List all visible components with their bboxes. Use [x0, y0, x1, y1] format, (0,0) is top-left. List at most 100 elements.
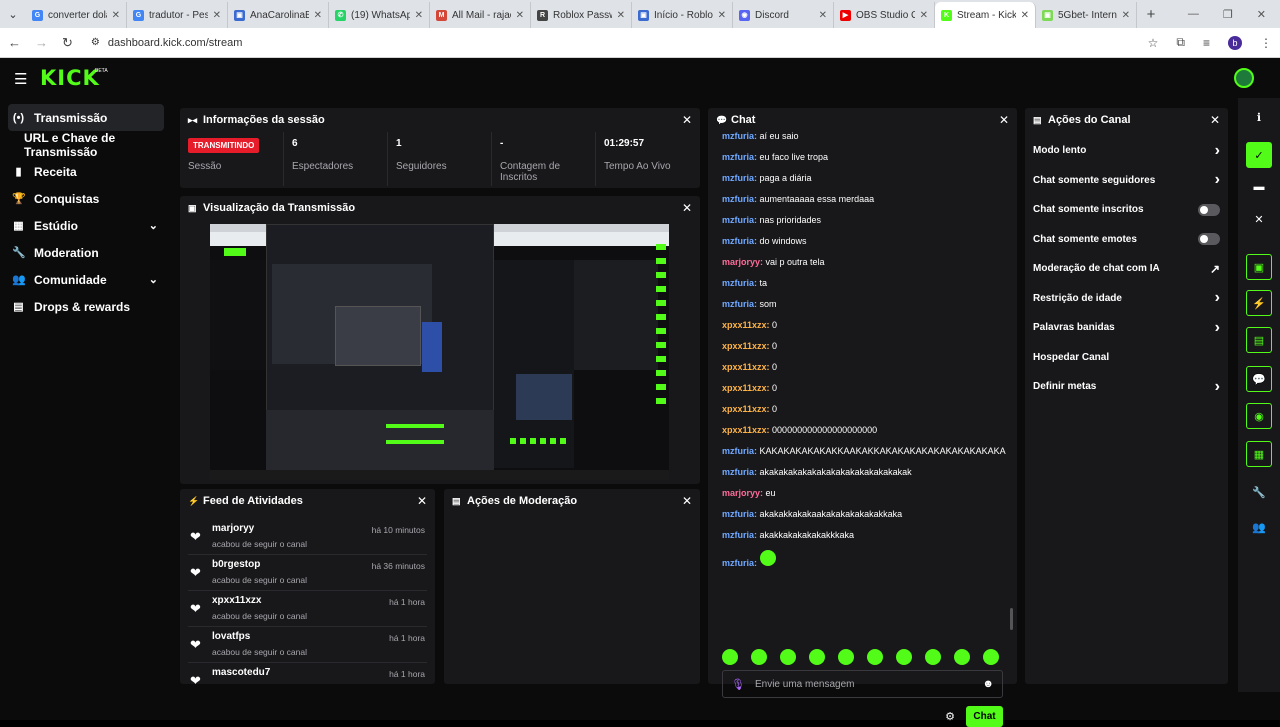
close-icon[interactable]: ✕ [682, 113, 692, 127]
tab-close-icon[interactable]: ✕ [617, 10, 625, 21]
chat-scrollbar[interactable] [1010, 608, 1013, 630]
chat-username[interactable]: mzfuria [722, 509, 754, 519]
chat-message-input[interactable] [754, 678, 973, 690]
chat-username[interactable]: xpxx11xzx [722, 425, 767, 435]
tab-close-icon[interactable]: ✕ [1122, 10, 1130, 21]
browser-tab[interactable]: M All Mail - rajao ✕ [430, 2, 531, 28]
browser-tab[interactable]: Gconverter dola ✕ [26, 2, 127, 28]
sidebar-item-est-dio[interactable]: ▦ Estúdio ⌄ [0, 212, 172, 239]
emote-icon[interactable] [809, 649, 825, 665]
sidebar-item-conquistas[interactable]: 🏆 Conquistas [0, 185, 172, 212]
chat-username[interactable]: xpxx11xzx [722, 341, 767, 351]
panel-icon[interactable]: ▦ [1246, 441, 1272, 467]
chat-username[interactable]: mzfuria [722, 446, 754, 456]
kick-logo[interactable]: KICK [40, 66, 100, 90]
tab-close-icon[interactable]: ✕ [819, 10, 827, 21]
site-info-icon[interactable]: ⚙ [91, 37, 100, 48]
chat-username[interactable]: marjoryy [722, 488, 760, 498]
emote-icon[interactable] [838, 649, 854, 665]
activity-username[interactable]: lovatfps [212, 631, 250, 642]
browser-tab[interactable]: R Roblox Passwo ✕ [531, 2, 632, 28]
channel-action-item[interactable]: Chat somente inscritos [1025, 195, 1228, 225]
activity-username[interactable]: mascotedu7 [212, 667, 270, 678]
browser-tab[interactable]: ◉ Discord ✕ [733, 2, 834, 28]
chat-username[interactable]: mzfuria [722, 215, 754, 225]
close-icon[interactable]: ✕ [682, 494, 692, 508]
external-link-icon[interactable]: ↗ [1210, 262, 1220, 276]
notes-icon[interactable]: ▤ [1246, 327, 1272, 353]
sidebar-item-receita[interactable]: ▮ Receita [0, 158, 172, 185]
chevron-down-icon[interactable]: ⌄ [149, 219, 158, 232]
chat-username[interactable]: xpxx11xzx [722, 362, 767, 372]
chat-username[interactable]: mzfuria [722, 467, 754, 477]
clip-icon[interactable]: ▣ [1246, 254, 1272, 280]
hamburger-menu-icon[interactable]: ☰ [14, 70, 27, 88]
chat-bubble-icon[interactable]: 💬 [1246, 366, 1272, 392]
back-icon[interactable]: ← [8, 35, 21, 50]
tab-close-icon[interactable]: ✕ [920, 10, 928, 21]
chat-username[interactable]: mzfuria [722, 152, 754, 162]
activity-username[interactable]: marjoryy [212, 523, 254, 534]
browser-tab[interactable]: K Stream - Kick D ✕ [935, 2, 1036, 28]
activity-username[interactable]: b0rgestop [212, 559, 260, 570]
chat-username[interactable]: mzfuria [722, 173, 754, 183]
close-window-icon[interactable]: ✕ [1257, 8, 1266, 21]
emote-icon[interactable] [780, 649, 796, 665]
browser-tab[interactable]: ▣ AnaCarolinaBu ✕ [228, 2, 329, 28]
emote-icon[interactable] [983, 649, 999, 665]
toggle-switch[interactable] [1198, 203, 1220, 216]
tab-close-icon[interactable]: ✕ [1021, 10, 1029, 21]
maximize-icon[interactable]: ❐ [1223, 8, 1233, 21]
chat-username[interactable]: mzfuria [722, 194, 754, 204]
chat-input-box[interactable]: 🎙 ☻ [722, 670, 1003, 698]
chat-username[interactable]: mzfuria [722, 530, 754, 540]
wrench-icon[interactable]: 🔧 [1246, 479, 1272, 505]
chevron-right-icon[interactable]: › [1215, 378, 1220, 396]
chat-username[interactable]: mzfuria [722, 236, 754, 246]
channel-action-item[interactable]: Chat somente emotes [1025, 225, 1228, 255]
close-icon[interactable]: ✕ [1246, 206, 1272, 232]
close-icon[interactable]: ✕ [1210, 113, 1220, 127]
close-icon[interactable]: ✕ [999, 113, 1009, 127]
chat-username[interactable]: mzfuria [722, 558, 754, 568]
reading-list-icon[interactable]: ≡ [1203, 36, 1210, 50]
sidebar-item-transmiss-o[interactable]: (•) Transmissão [8, 104, 164, 131]
chat-username[interactable]: mzfuria [722, 278, 754, 288]
chat-username[interactable]: xpxx11xzx [722, 404, 767, 414]
channel-action-item[interactable]: Definir metas › [1025, 372, 1228, 402]
stream-preview-video[interactable] [210, 224, 669, 480]
users-icon[interactable]: 👥 [1246, 514, 1272, 540]
chevron-right-icon[interactable]: › [1215, 171, 1220, 189]
emote-icon[interactable] [925, 649, 941, 665]
info-icon[interactable]: ℹ [1246, 104, 1272, 130]
emoji-icon[interactable]: ☻ [982, 678, 994, 690]
chat-message-list[interactable]: mzfuria: aí eu saio mzfuria: eu faco live… [722, 130, 1012, 588]
check-icon[interactable]: ✓ [1246, 142, 1272, 168]
tab-close-icon[interactable]: ✕ [314, 10, 322, 21]
emote-icon[interactable] [896, 649, 912, 665]
gear-icon[interactable]: ⚙ [945, 710, 955, 723]
url-field[interactable]: ⚙ dashboard.kick.com/stream [87, 32, 1134, 54]
activity-username[interactable]: xpxx11xzx [212, 595, 262, 606]
browser-tab[interactable]: Gtradutor - Pesq ✕ [127, 2, 228, 28]
chat-username[interactable]: xpxx11xzx [722, 320, 767, 330]
tab-close-icon[interactable]: ✕ [415, 10, 423, 21]
chat-username[interactable]: xpxx11xzx [722, 383, 767, 393]
chevron-right-icon[interactable]: › [1215, 142, 1220, 160]
chat-username[interactable]: marjoryy [722, 257, 760, 267]
forward-icon[interactable]: → [35, 35, 48, 50]
close-icon[interactable]: ✕ [682, 201, 692, 215]
chevron-down-icon[interactable]: ⌄ [149, 273, 158, 286]
sidebar-item-comunidade[interactable]: 👥 Comunidade ⌄ [0, 266, 172, 293]
close-icon[interactable]: ✕ [417, 494, 427, 508]
browser-menu-icon[interactable]: ⋮ [1260, 36, 1272, 50]
profile-avatar[interactable]: b [1228, 35, 1242, 50]
channel-action-item[interactable]: Palavras banidas › [1025, 313, 1228, 343]
emote-icon[interactable] [954, 649, 970, 665]
emote-icon[interactable] [722, 649, 738, 665]
new-tab-button[interactable]: + [1137, 6, 1165, 23]
browser-tab[interactable]: ✆ (19) WhatsApp ✕ [329, 2, 430, 28]
chat-send-button[interactable]: Chat [966, 706, 1003, 727]
tab-close-icon[interactable]: ✕ [516, 10, 524, 21]
lightning-icon[interactable]: ⚡ [1246, 290, 1272, 316]
